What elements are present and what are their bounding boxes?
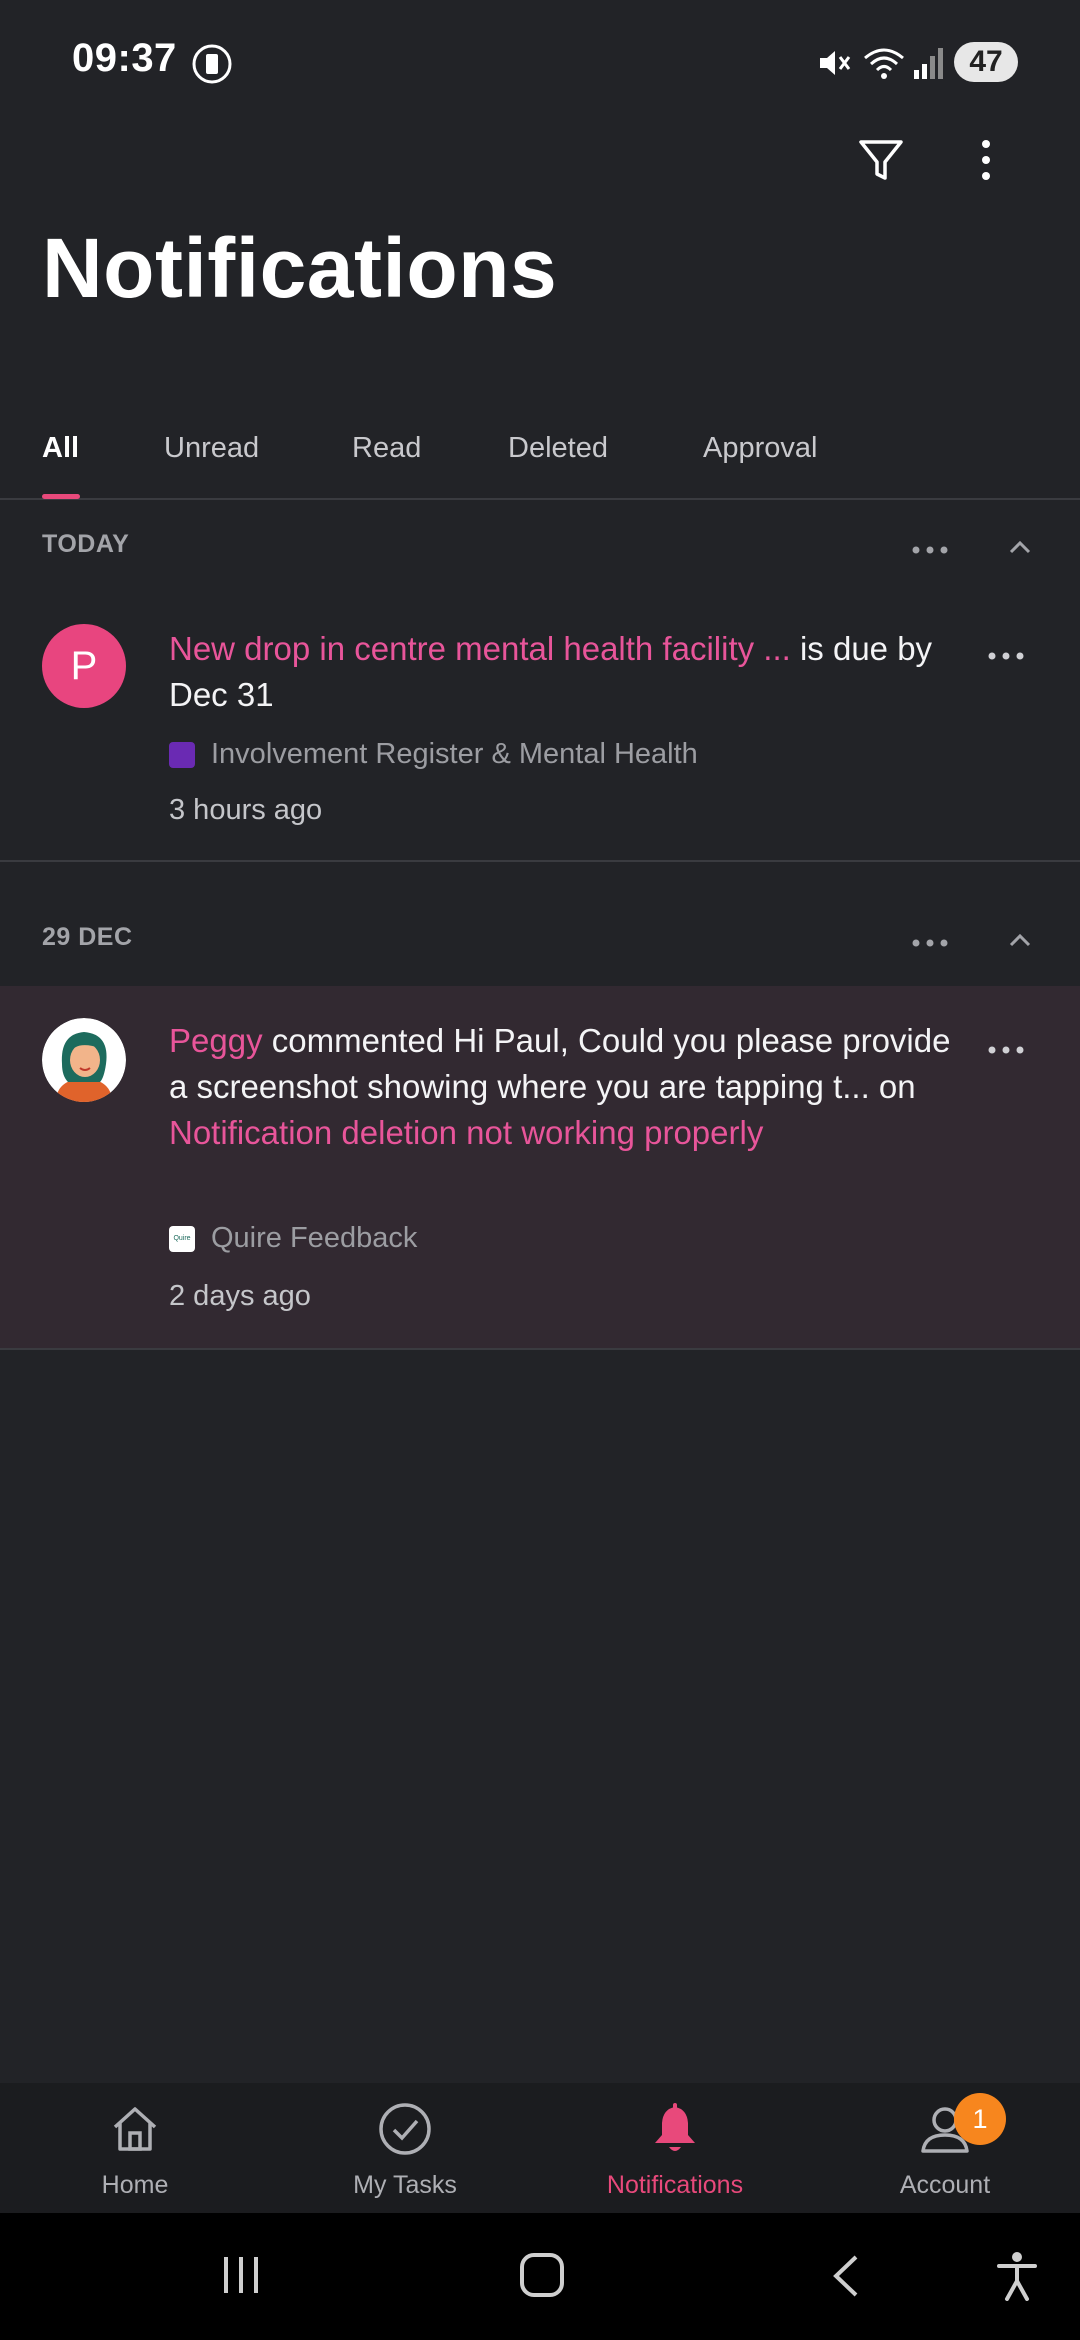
author-link[interactable]: Peggy [169, 1022, 263, 1059]
section-label: 29 DEC [42, 923, 133, 951]
project-name: Quire Feedback [211, 1222, 418, 1254]
quire-logo-icon: Quire [169, 1225, 195, 1252]
wifi-icon [864, 48, 904, 79]
user-avatar-illustration [42, 1018, 126, 1102]
bell-icon [655, 2103, 695, 2151]
tab-approval[interactable]: Approval [703, 432, 817, 465]
nav-label: Account [899, 2171, 991, 2199]
notification-item[interactable]: Peggy commented Hi Paul, Could you pleas… [0, 986, 1080, 1348]
accessibility-icon[interactable] [994, 2251, 1040, 2301]
system-nav-bar [0, 2213, 1080, 2340]
tab-deleted[interactable]: Deleted [508, 432, 608, 465]
project-color-swatch [169, 741, 195, 768]
notification-badge: 1 [954, 2093, 1006, 2145]
divider [0, 1348, 1080, 1350]
notification-text: New drop in centre mental health facilit… [169, 626, 969, 718]
more-vertical-icon[interactable] [966, 136, 1006, 184]
nav-home[interactable]: Home [0, 2083, 270, 2213]
chevron-up-icon[interactable] [1008, 931, 1032, 949]
page-title: Notifications [42, 221, 558, 315]
tab-all[interactable]: All [42, 432, 79, 465]
recent-apps-icon[interactable] [218, 2253, 264, 2297]
notification-text: Peggy commented Hi Paul, Could you pleas… [169, 1018, 969, 1156]
section-header-29-dec: 29 DEC [0, 895, 1080, 985]
divider [0, 860, 1080, 862]
more-horizontal-icon[interactable] [910, 937, 950, 949]
task-link[interactable]: New drop in centre mental health facilit… [169, 630, 791, 667]
filter-icon[interactable] [857, 136, 905, 184]
nav-label: My Tasks [353, 2171, 457, 2199]
active-tab-indicator [42, 494, 80, 499]
tab-unread[interactable]: Unread [164, 432, 259, 465]
more-horizontal-icon[interactable] [986, 650, 1026, 662]
avatar: P [42, 624, 126, 708]
nav-account[interactable]: Account [810, 2083, 1080, 2213]
screenshot-record-icon [192, 44, 232, 84]
task-link[interactable]: Notification deletion not working proper… [169, 1114, 763, 1151]
chevron-up-icon[interactable] [1008, 538, 1032, 556]
project-name: Involvement Register & Mental Health [211, 738, 698, 770]
nav-notifications[interactable]: Notifications [540, 2083, 810, 2213]
nav-label: Home [101, 2171, 169, 2199]
check-circle-icon [379, 2103, 431, 2155]
project-label[interactable]: Involvement Register & Mental Health [169, 738, 698, 771]
status-time: 09:37 [72, 36, 177, 80]
nav-label: Notifications [606, 2171, 744, 2199]
tab-bar: All Unread Read Deleted Approval [0, 420, 1080, 500]
more-horizontal-icon[interactable] [910, 544, 950, 556]
battery-indicator: 47 [954, 42, 1018, 82]
home-button-icon[interactable] [519, 2251, 565, 2299]
status-bar: 09:37 47 [0, 0, 1080, 130]
comment-text: commented Hi Paul, Could you please prov… [169, 1022, 951, 1105]
signal-icon [914, 48, 943, 79]
section-label: TODAY [42, 530, 130, 558]
notification-item[interactable]: P New drop in centre mental health facil… [0, 592, 1080, 860]
project-label[interactable]: Quire Quire Feedback [169, 1222, 417, 1255]
timestamp: 3 hours ago [169, 794, 323, 826]
section-header-today: TODAY [0, 502, 1080, 592]
more-horizontal-icon[interactable] [986, 1044, 1026, 1056]
timestamp: 2 days ago [169, 1280, 311, 1312]
nav-my-tasks[interactable]: My Tasks [270, 2083, 540, 2213]
bottom-nav: Home My Tasks Notifications Account [0, 2083, 1080, 2213]
home-icon [113, 2107, 157, 2151]
back-icon[interactable] [828, 2253, 864, 2299]
tab-read[interactable]: Read [352, 432, 421, 465]
mute-icon [820, 51, 851, 75]
